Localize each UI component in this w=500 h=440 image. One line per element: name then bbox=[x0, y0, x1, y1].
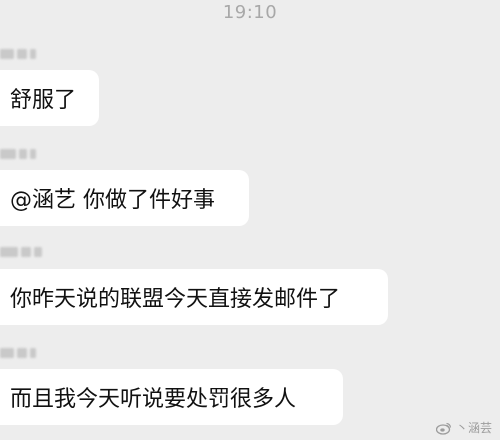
message-bubble[interactable]: @涵艺 你做了件好事 bbox=[0, 170, 249, 226]
sender-name-blurred bbox=[0, 347, 36, 359]
message-bubble[interactable]: 你昨天说的联盟今天直接发邮件了 bbox=[0, 269, 388, 325]
sender-name-blurred bbox=[0, 148, 36, 160]
message-text: 而且我今天听说要处罚很多人 bbox=[10, 387, 297, 412]
message-text: 舒服了 bbox=[10, 88, 77, 113]
message-bubble[interactable]: 舒服了 bbox=[0, 70, 99, 126]
weibo-logo-icon bbox=[435, 421, 452, 435]
message-bubble[interactable]: 而且我今天听说要处罚很多人 bbox=[0, 369, 343, 425]
chat-timestamp: 19:10 bbox=[222, 2, 278, 23]
message-text: @涵艺 你做了件好事 bbox=[10, 188, 215, 213]
weibo-watermark: 丶涵芸 bbox=[435, 419, 492, 436]
watermark-text: 丶涵芸 bbox=[455, 421, 492, 435]
sender-name-blurred bbox=[0, 48, 36, 60]
message-text: 你昨天说的联盟今天直接发邮件了 bbox=[10, 287, 341, 312]
sender-name-blurred bbox=[0, 246, 42, 258]
